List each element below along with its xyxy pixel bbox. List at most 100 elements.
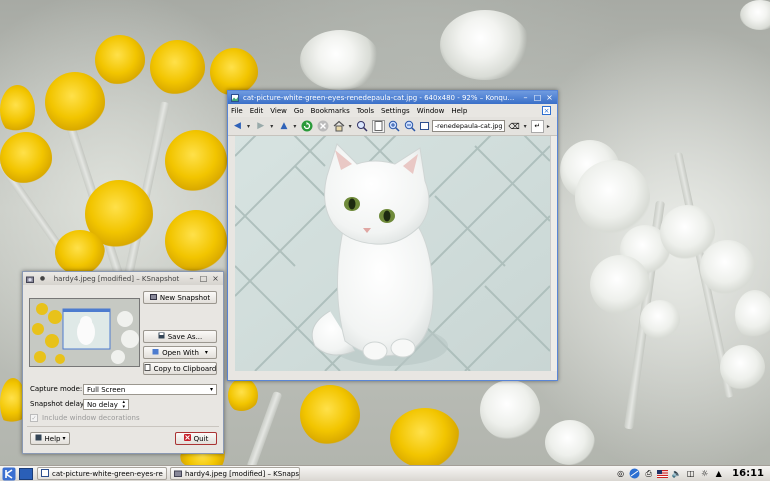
- help-button[interactable]: Help ▾: [30, 432, 70, 445]
- camera-icon: [174, 469, 182, 479]
- stop-icon[interactable]: [317, 120, 330, 133]
- camera-icon: [26, 275, 34, 283]
- menu-bookmarks[interactable]: Bookmarks: [311, 107, 350, 115]
- chevron-down-icon[interactable]: ▾: [293, 123, 297, 130]
- capture-mode-label: Capture mode:: [30, 385, 83, 393]
- menu-edit[interactable]: Edit: [250, 107, 264, 115]
- kde-menu-icon[interactable]: [2, 467, 16, 481]
- klipper-icon[interactable]: ◎: [615, 468, 626, 479]
- save-icon: [158, 332, 165, 341]
- snapshot-delay-label: Snapshot delay:: [30, 400, 86, 408]
- toolbar-overflow-icon[interactable]: ▸: [547, 123, 551, 130]
- show-desktop-icon[interactable]: [19, 467, 33, 481]
- clear-location-icon[interactable]: ⌫: [508, 120, 521, 133]
- keyboard-layout-flag-icon[interactable]: [657, 468, 669, 479]
- task-ksnapshot-label: hardy4.jpeg [modified] – KSnapshot: [185, 469, 300, 478]
- ksnapshot-titlebar[interactable]: ● hardy4.jpeg [modified] – KSnapshot – □…: [23, 272, 223, 285]
- menubar: File Edit View Go Bookmarks Tools Settin…: [228, 104, 557, 117]
- new-snapshot-button[interactable]: New Snapshot: [143, 291, 217, 304]
- updates-icon[interactable]: ☼: [699, 468, 710, 479]
- task-konqueror[interactable]: cat-picture-white-green-eyes-renedepaula…: [37, 467, 167, 480]
- chevron-down-icon[interactable]: ▾: [524, 123, 528, 130]
- zoom-out-icon[interactable]: [404, 120, 417, 133]
- printer-icon[interactable]: ⎙: [643, 468, 654, 479]
- chevron-down-icon[interactable]: ▾: [349, 123, 353, 130]
- maximize-icon[interactable]: □: [533, 93, 542, 102]
- taskbar: cat-picture-white-green-eyes-renedepaula…: [0, 465, 770, 481]
- konqueror-window: cat-picture-white-green-eyes-renedepaula…: [227, 90, 558, 381]
- arrow-right-icon[interactable]: ▶: [254, 120, 267, 133]
- snapshot-thumbnail-image: [30, 299, 139, 366]
- power-icon[interactable]: ▲: [713, 468, 724, 479]
- chevron-down-icon[interactable]: ▾: [270, 123, 274, 130]
- new-snapshot-label: New Snapshot: [159, 293, 211, 302]
- minimize-icon[interactable]: –: [521, 93, 530, 102]
- reload-icon[interactable]: [301, 120, 314, 133]
- image-file-icon: [41, 468, 49, 479]
- spin-arrows-icon[interactable]: ▴ ▾: [122, 399, 125, 410]
- pin-icon[interactable]: ●: [38, 274, 47, 283]
- minimize-icon[interactable]: –: [187, 274, 196, 283]
- snapshot-delay-value: No delay: [87, 400, 118, 409]
- camera-small-icon: [149, 293, 157, 302]
- arrow-up-icon[interactable]: ▲: [277, 120, 290, 133]
- quit-label: Quit: [193, 434, 209, 443]
- close-icon[interactable]: ×: [211, 274, 220, 283]
- menu-go[interactable]: Go: [294, 107, 304, 115]
- open-with-button[interactable]: Open With ▾: [143, 346, 217, 359]
- cat-photo: [235, 136, 550, 371]
- capture-mode-select[interactable]: Full Screen ▾: [83, 384, 217, 395]
- location-file-icon: [419, 120, 429, 133]
- location-text: -renedepaula-cat.jpg: [434, 122, 503, 130]
- close-icon[interactable]: ×: [545, 93, 554, 102]
- close-tab-icon[interactable]: ×: [542, 106, 551, 115]
- menu-window[interactable]: Window: [417, 107, 445, 115]
- save-as-label: Save As...: [167, 332, 203, 341]
- snapshot-preview[interactable]: [29, 298, 140, 367]
- menu-view[interactable]: View: [270, 107, 287, 115]
- menu-file[interactable]: File: [231, 107, 243, 115]
- chevron-down-icon[interactable]: ▾: [247, 123, 251, 130]
- vertical-scrollbar[interactable]: [550, 136, 557, 371]
- menu-help[interactable]: Help: [451, 107, 467, 115]
- battery-icon[interactable]: ◫: [685, 468, 696, 479]
- help-label: Help: [44, 434, 61, 443]
- image-viewport[interactable]: [235, 136, 550, 371]
- quit-icon: [183, 434, 191, 443]
- network-icon[interactable]: [629, 468, 640, 479]
- save-as-button[interactable]: Save As...: [143, 330, 217, 343]
- help-icon: [35, 434, 42, 443]
- task-ksnapshot[interactable]: hardy4.jpeg [modified] – KSnapshot: [170, 467, 300, 480]
- chevron-down-icon: ▾: [62, 435, 66, 442]
- home-icon[interactable]: [333, 120, 346, 133]
- open-icon: [152, 348, 159, 357]
- view-mode-icon[interactable]: [371, 119, 385, 133]
- window-title: cat-picture-white-green-eyes-renedepaula…: [243, 93, 518, 102]
- include-decorations-checkbox[interactable]: ✓: [30, 414, 38, 422]
- divider: [27, 426, 219, 427]
- go-icon[interactable]: ↵: [530, 119, 544, 133]
- copy-to-clipboard-button[interactable]: Copy to Clipboard: [143, 362, 217, 375]
- find-icon[interactable]: [356, 120, 369, 133]
- volume-icon[interactable]: 🔈: [671, 468, 682, 479]
- main-toolbar: ◀ ▾ ▶ ▾ ▲ ▾ ▾ -renedepaula-cat.jpg ⌫ ▾ ↵…: [228, 117, 557, 136]
- chevron-down-icon: ▾: [204, 349, 208, 356]
- konqueror-titlebar[interactable]: cat-picture-white-green-eyes-renedepaula…: [228, 91, 557, 104]
- menu-settings[interactable]: Settings: [381, 107, 410, 115]
- arrow-left-icon[interactable]: ◀: [231, 120, 244, 133]
- menu-tools[interactable]: Tools: [357, 107, 374, 115]
- open-with-label: Open With: [162, 348, 199, 357]
- chevron-down-icon: ▾: [209, 386, 213, 393]
- image-file-icon: [231, 93, 239, 102]
- clipboard-icon: [144, 364, 151, 373]
- location-bar[interactable]: -renedepaula-cat.jpg: [431, 120, 505, 132]
- include-decorations-label: Include window decorations: [42, 414, 140, 422]
- copy-to-clipboard-label: Copy to Clipboard: [153, 364, 217, 373]
- quit-button[interactable]: Quit: [175, 432, 217, 445]
- snapshot-delay-spinbox[interactable]: No delay ▴ ▾: [83, 399, 129, 410]
- window-title: hardy4.jpeg [modified] – KSnapshot: [53, 274, 180, 283]
- maximize-icon[interactable]: □: [199, 274, 208, 283]
- zoom-in-icon[interactable]: [388, 120, 401, 133]
- clock[interactable]: 16:11: [732, 468, 764, 479]
- capture-mode-value: Full Screen: [87, 385, 126, 394]
